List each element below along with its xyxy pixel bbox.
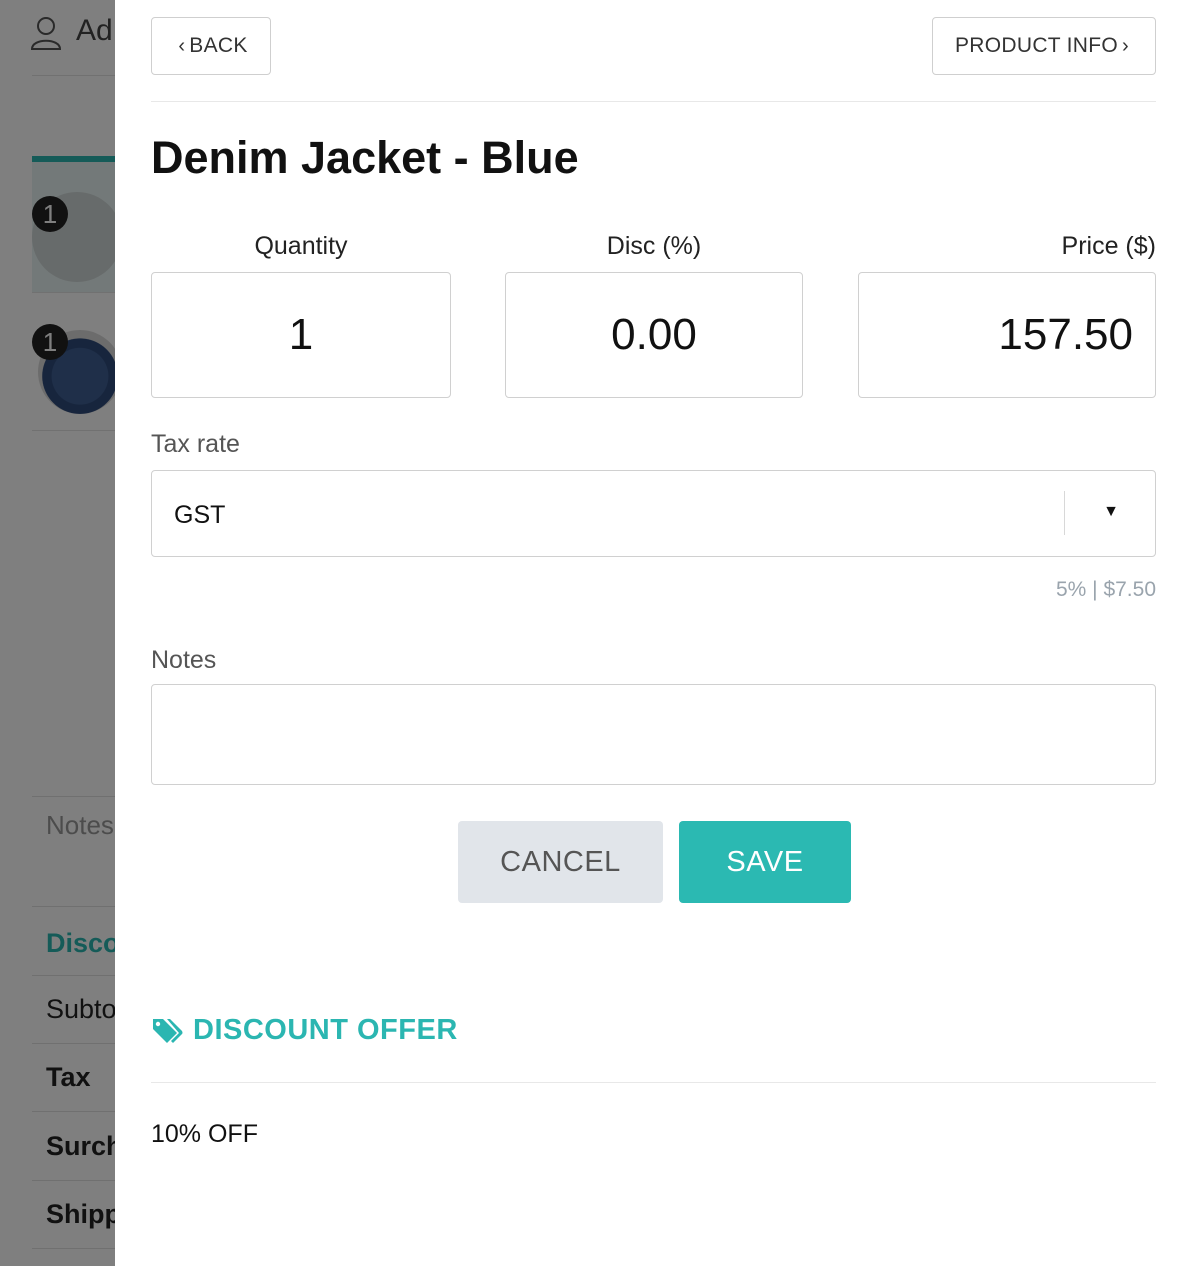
discount-offer-title: DISCOUNT OFFER bbox=[193, 1014, 458, 1046]
caret-down-icon: ▼ bbox=[1103, 503, 1119, 520]
notes-textarea[interactable] bbox=[151, 684, 1156, 785]
divider bbox=[151, 1082, 1156, 1083]
divider bbox=[151, 101, 1156, 102]
price-label: Price ($) bbox=[1061, 232, 1156, 260]
select-divider bbox=[1064, 491, 1065, 535]
discount-input[interactable]: 0.00 bbox=[505, 272, 803, 398]
tax-rate-label: Tax rate bbox=[151, 430, 240, 458]
back-label: BACK bbox=[189, 34, 248, 57]
discount-label: Disc (%) bbox=[606, 232, 702, 260]
price-input[interactable]: 157.50 bbox=[858, 272, 1156, 398]
quantity-input[interactable]: 1 bbox=[151, 272, 451, 398]
product-info-label: PRODUCT INFO bbox=[954, 34, 1119, 57]
tax-rate-value: GST bbox=[174, 501, 226, 529]
edit-item-panel: ‹ BACK PRODUCT INFO › Denim Jacket - Blu… bbox=[115, 0, 1185, 1266]
cancel-button[interactable]: CANCEL bbox=[458, 821, 663, 903]
quantity-label: Quantity bbox=[254, 232, 348, 260]
chevron-left-icon: ‹ bbox=[178, 34, 186, 57]
tax-summary: 5% | $7.50 bbox=[1055, 578, 1156, 601]
notes-label: Notes bbox=[151, 646, 217, 674]
tags-icon bbox=[153, 1018, 183, 1043]
product-info-button[interactable]: PRODUCT INFO › bbox=[932, 17, 1156, 75]
discount-offer-heading: DISCOUNT OFFER bbox=[151, 1014, 458, 1047]
discount-offer-text: 10% OFF bbox=[151, 1120, 258, 1148]
tax-rate-select[interactable]: GST ▼ bbox=[151, 470, 1156, 557]
chevron-right-icon: › bbox=[1122, 34, 1130, 57]
product-title: Denim Jacket - Blue bbox=[151, 132, 579, 183]
save-button[interactable]: SAVE bbox=[679, 821, 851, 903]
back-button[interactable]: ‹ BACK bbox=[151, 17, 271, 75]
